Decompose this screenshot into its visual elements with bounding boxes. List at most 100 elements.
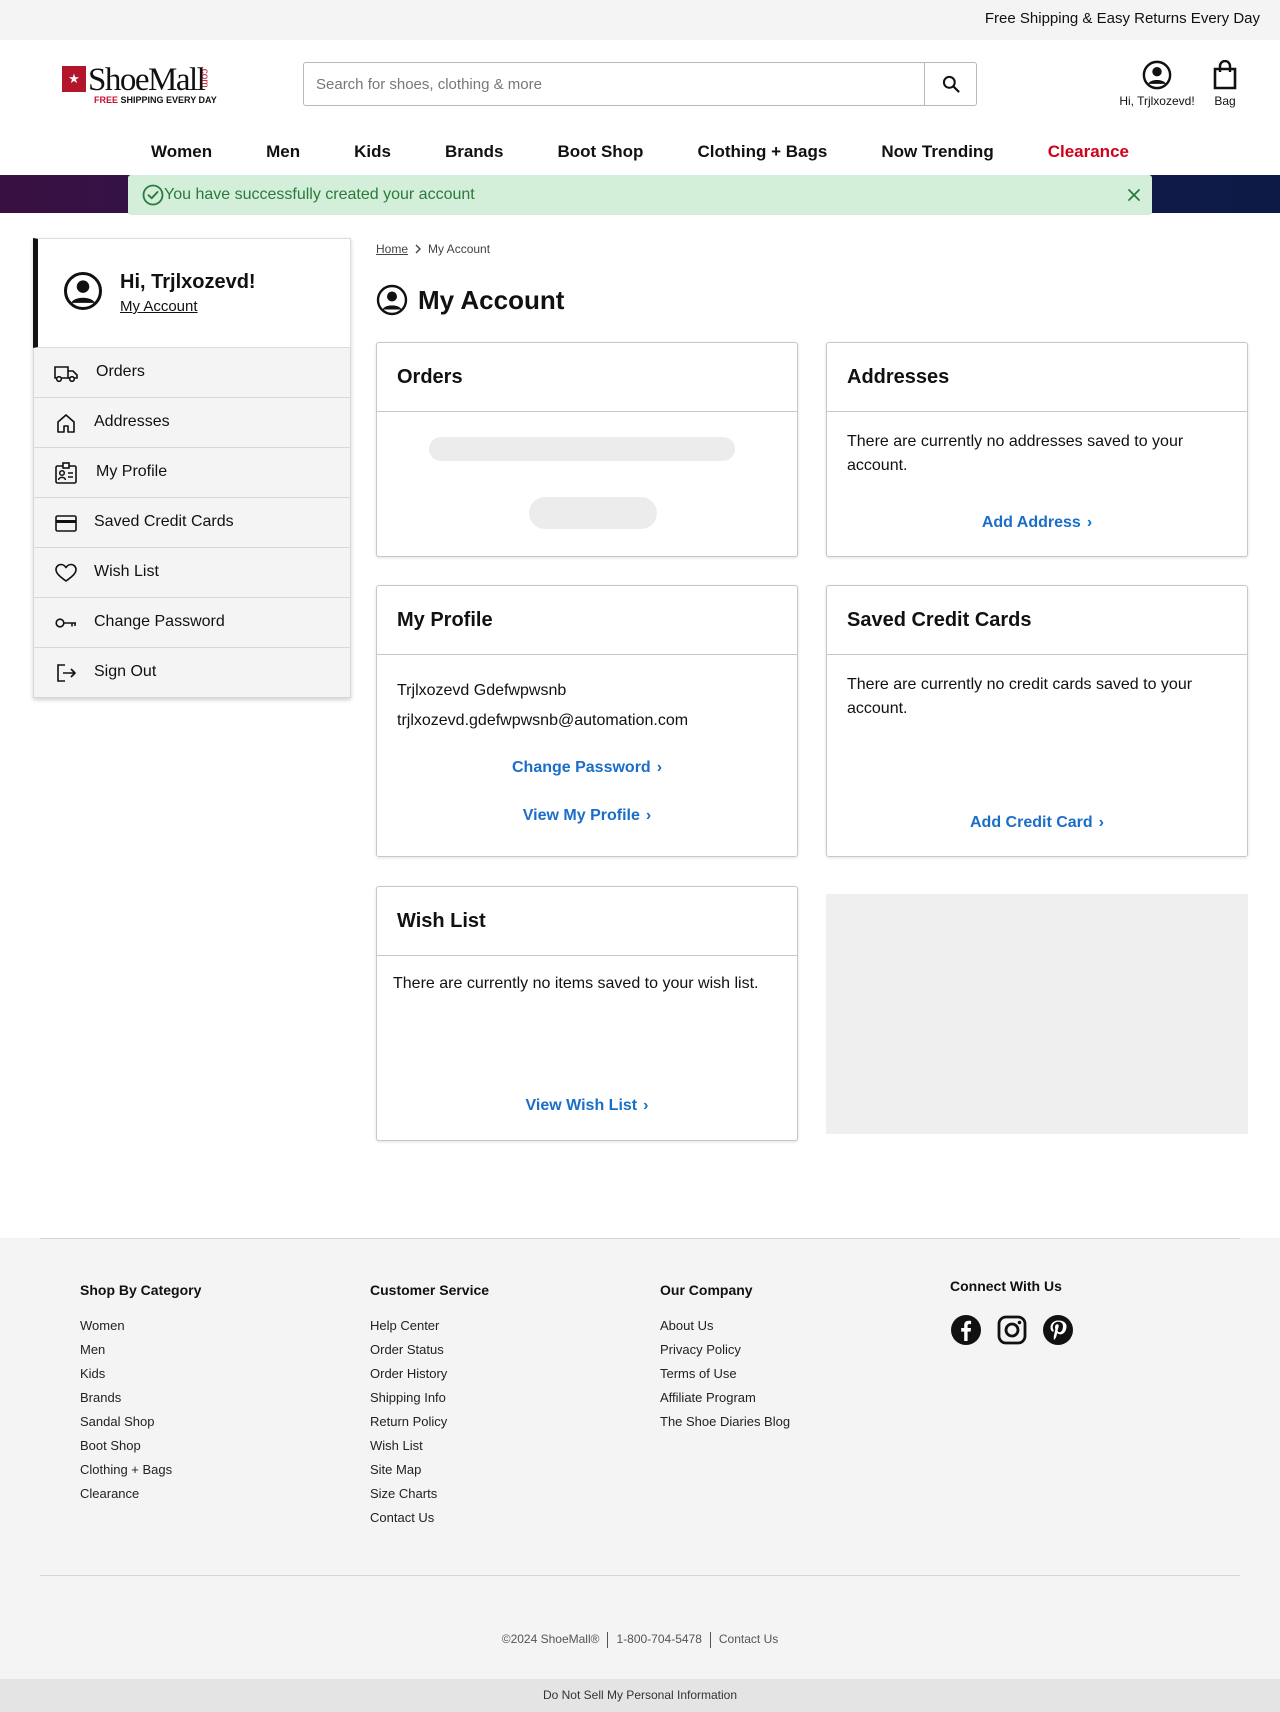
footer-link[interactable]: Site Map (370, 1462, 421, 1477)
nav-clothing-bags[interactable]: Clothing + Bags (697, 140, 827, 164)
sidebar-item-label: Saved Credit Cards (94, 513, 234, 530)
orders-card-title: Orders (377, 343, 797, 412)
chevron-right-icon: › (656, 759, 663, 776)
footer-link[interactable]: Size Charts (370, 1486, 437, 1501)
social-links (950, 1314, 1074, 1346)
footer-service-title: Customer Service (370, 1282, 490, 1298)
footer-company-title: Our Company (660, 1282, 753, 1298)
sidebar-item-sign-out[interactable]: Sign Out (33, 648, 351, 698)
search-input[interactable] (304, 63, 926, 105)
view-wish-list-link[interactable]: View Wish List › (377, 1097, 797, 1115)
footer-link[interactable]: Clothing + Bags (80, 1462, 172, 1477)
orders-card: Orders (376, 342, 798, 557)
footer-link[interactable]: Sandal Shop (80, 1414, 154, 1429)
footer-link[interactable]: Contact Us (370, 1510, 434, 1525)
shoemall-logo[interactable]: ★ ShoeMall .com FREE SHIPPING EVERY DAY (62, 62, 222, 108)
addresses-card-title: Addresses (827, 343, 1247, 412)
breadcrumb: Home My Account (376, 242, 490, 256)
footer-link[interactable]: Men (80, 1342, 105, 1357)
header-bag-label: Bag (1214, 94, 1236, 108)
user-circle-icon (1142, 60, 1172, 90)
header-account-label: Hi, Trjlxozevd! (1119, 94, 1195, 108)
nav-boot-shop[interactable]: Boot Shop (558, 140, 644, 164)
footer-link[interactable]: Return Policy (370, 1414, 447, 1429)
nav-now-trending[interactable]: Now Trending (881, 140, 993, 164)
footer: Shop By Category Women Men Kids Brands S… (0, 1238, 1280, 1680)
nav-brands[interactable]: Brands (445, 140, 504, 164)
nav-clearance[interactable]: Clearance (1048, 140, 1129, 164)
chevron-right-icon (415, 244, 422, 254)
check-circle-icon (142, 184, 164, 206)
truck-icon (54, 366, 78, 383)
footer-contact-link[interactable]: Contact Us (719, 1632, 778, 1646)
footer-phone-link[interactable]: 1-800-704-5478 (616, 1632, 701, 1646)
breadcrumb-home-link[interactable]: Home (376, 242, 408, 256)
footer-link[interactable]: Help Center (370, 1318, 439, 1333)
search-button[interactable] (924, 63, 976, 105)
credit-cards-card: Saved Credit Cards There are currently n… (826, 585, 1248, 857)
sidebar-item-label: Wish List (94, 563, 159, 580)
footer-link[interactable]: Order History (370, 1366, 447, 1381)
credit-cards-card-title: Saved Credit Cards (827, 586, 1247, 655)
add-credit-card-link[interactable]: Add Credit Card › (827, 814, 1247, 832)
sidebar-item-wish-list[interactable]: Wish List (33, 548, 351, 598)
loading-placeholder-button (529, 497, 657, 529)
add-address-link[interactable]: Add Address › (827, 514, 1247, 532)
footer-link[interactable]: Women (80, 1318, 125, 1333)
id-badge-icon (55, 462, 77, 484)
breadcrumb-current: My Account (428, 242, 491, 256)
profile-name: Trjlxozevd Gdefwpwsnb (397, 682, 567, 699)
credit-cards-empty-text: There are currently no credit cards save… (847, 676, 1193, 717)
loading-placeholder-line (429, 437, 735, 461)
copyright: ©2024 ShoeMall® (501, 1632, 600, 1647)
instagram-icon[interactable] (996, 1314, 1028, 1346)
footer-link[interactable]: Boot Shop (80, 1438, 141, 1453)
sidebar-item-change-password[interactable]: Change Password (33, 598, 351, 648)
logo-tagline: FREE SHIPPING EVERY DAY (94, 95, 217, 105)
footer-link[interactable]: Affiliate Program (660, 1390, 756, 1405)
header-account-link[interactable]: Hi, Trjlxozevd! (1112, 60, 1202, 108)
success-alert: You have successfully created your accou… (128, 175, 1152, 215)
footer-link[interactable]: Wish List (370, 1438, 423, 1453)
sidebar-item-orders[interactable]: Orders (33, 348, 351, 398)
logo-wordmark: ShoeMall (88, 62, 206, 98)
sidebar-item-addresses[interactable]: Addresses (33, 398, 351, 448)
view-profile-link[interactable]: View My Profile › (377, 807, 797, 825)
chevron-right-icon: › (645, 807, 652, 824)
footer-link[interactable]: Privacy Policy (660, 1342, 741, 1357)
facebook-icon[interactable] (950, 1314, 982, 1346)
footer-link[interactable]: Terms of Use (660, 1366, 737, 1381)
sidebar-item-credit-cards[interactable]: Saved Credit Cards (33, 498, 351, 548)
page-title-text: My Account (418, 284, 565, 315)
footer-link[interactable]: Kids (80, 1366, 105, 1381)
nav-kids[interactable]: Kids (354, 140, 391, 164)
sidebar-item-label: Change Password (94, 613, 225, 630)
home-icon (57, 414, 75, 433)
wish-list-card-title: Wish List (377, 887, 797, 956)
header-bag-link[interactable]: Bag (1208, 60, 1242, 108)
promo-text: Free Shipping & Easy Returns Every Day (984, 10, 1260, 27)
wish-list-card: Wish List There are currently no items s… (376, 886, 798, 1141)
sidebar-my-account-link[interactable]: My Account (120, 298, 198, 315)
logo-com: .com (199, 66, 210, 88)
nav-women[interactable]: Women (151, 140, 212, 164)
close-icon[interactable] (1124, 185, 1144, 205)
footer-divider (40, 1238, 1240, 1239)
do-not-sell-link[interactable]: Do Not Sell My Personal Information (0, 1679, 1280, 1712)
sidebar-item-profile[interactable]: My Profile (33, 448, 351, 498)
footer-connect-column: Connect With Us (950, 1278, 1074, 1346)
footer-link[interactable]: Brands (80, 1390, 121, 1405)
sidebar-item-label: My Profile (96, 463, 168, 480)
footer-link[interactable]: Clearance (80, 1486, 139, 1501)
sidebar-item-label: Orders (96, 363, 145, 380)
footer-link[interactable]: The Shoe Diaries Blog (660, 1414, 790, 1429)
footer-link[interactable]: Shipping Info (370, 1390, 446, 1405)
footer-link[interactable]: About Us (660, 1318, 713, 1333)
nav-men[interactable]: Men (266, 140, 300, 164)
pinterest-icon[interactable] (1042, 1314, 1074, 1346)
footer-divider (40, 1575, 1240, 1576)
footer-link[interactable]: Order Status (370, 1342, 444, 1357)
change-password-link[interactable]: Change Password › (377, 759, 797, 777)
chevron-right-icon: › (643, 1097, 649, 1114)
chevron-right-icon: › (1086, 514, 1093, 531)
